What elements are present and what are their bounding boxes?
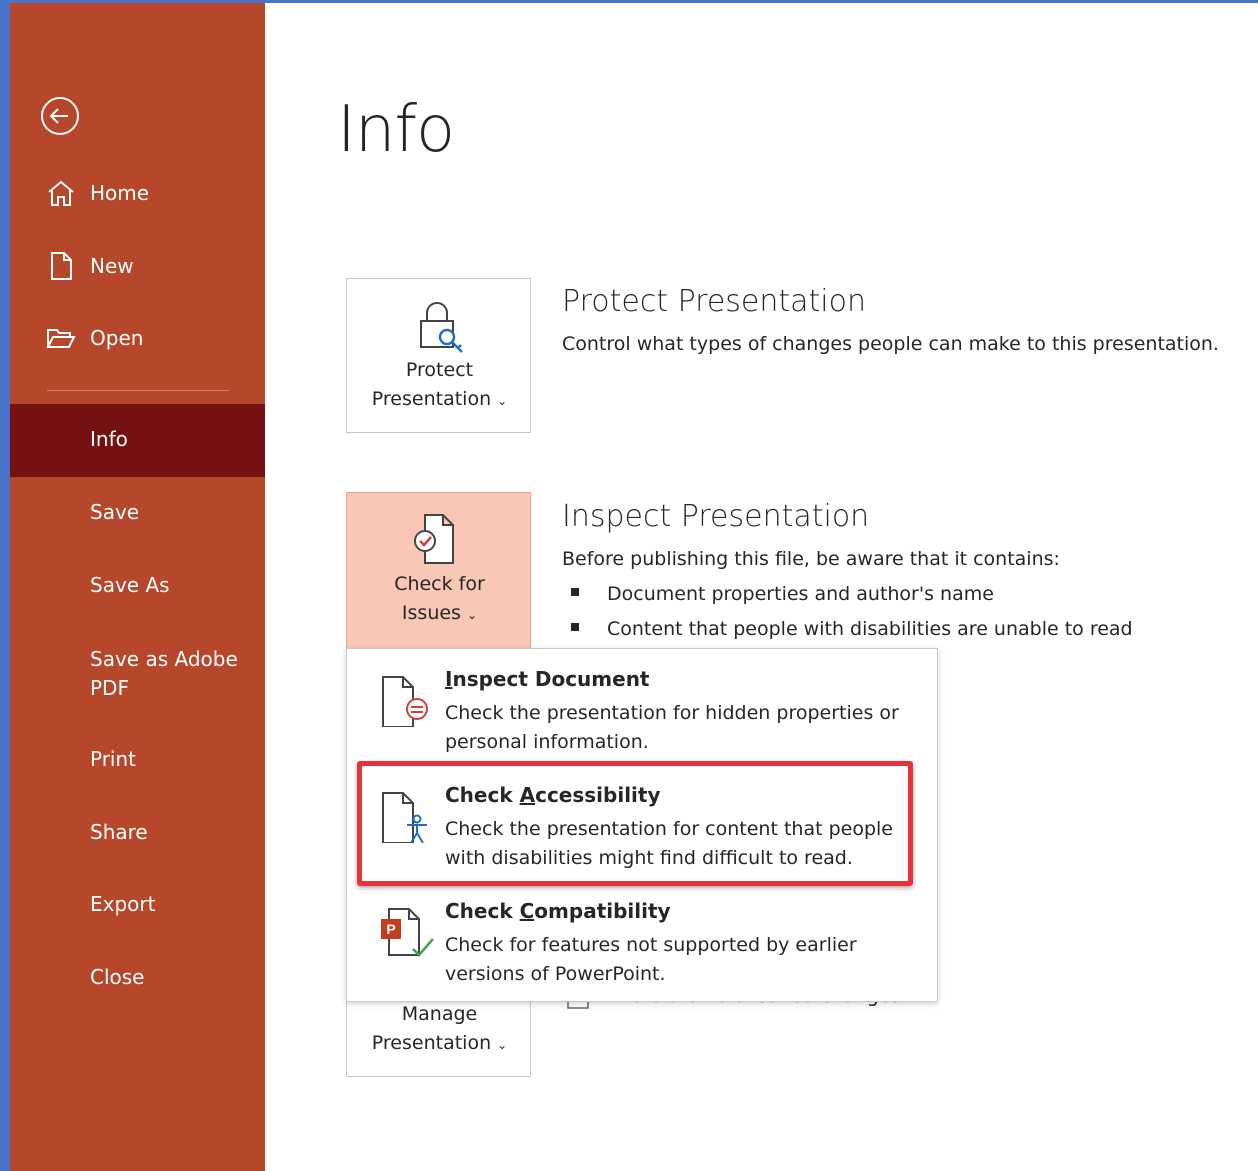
sidebar-item-label: Save as Adobe PDF xyxy=(90,647,238,700)
manage-button-label-line1: Manage xyxy=(401,1003,478,1025)
inspect-document-icon xyxy=(411,513,463,571)
sidebar-item-label: New xyxy=(90,254,134,278)
sidebar-item-home[interactable]: Home xyxy=(10,158,265,231)
open-folder-icon xyxy=(46,323,76,353)
menu-item-description: Check the presentation for hidden proper… xyxy=(445,702,899,753)
bullet-marker xyxy=(571,623,579,631)
sidebar-item-label: Save As xyxy=(90,573,170,597)
inspect-document-menu-item[interactable]: Inspect Document Check the presentation … xyxy=(347,649,937,759)
sidebar-item-label: Share xyxy=(90,820,148,844)
check-for-issues-button[interactable]: Check for Issues ⌄ xyxy=(346,492,531,649)
inspect-bullet-item: Content that people with disabilities ar… xyxy=(607,618,1133,640)
menu-item-title: Inspect Document xyxy=(445,667,650,691)
chevron-down-icon: ⌄ xyxy=(497,394,508,408)
sidebar-item-open[interactable]: Open xyxy=(10,303,265,376)
protect-section-description: Control what types of changes people can… xyxy=(562,333,1219,355)
sidebar-item-print[interactable]: Print xyxy=(10,724,265,797)
protect-button-label-line1: Protect xyxy=(405,359,474,381)
manage-button-label-line2: Presentation ⌄ xyxy=(371,1032,508,1054)
new-document-icon xyxy=(46,251,76,281)
chevron-down-icon: ⌄ xyxy=(467,608,478,622)
check-for-issues-label-line2: Issues ⌄ xyxy=(401,602,478,624)
back-button[interactable] xyxy=(40,96,80,136)
sidebar-item-label: Save xyxy=(90,500,140,524)
sidebar-item-export[interactable]: Export xyxy=(10,869,265,942)
check-compatibility-menu-item[interactable]: P Check Compatibility Check for features… xyxy=(347,881,937,991)
lock-key-icon xyxy=(417,299,467,361)
check-accessibility-highlight xyxy=(357,761,913,886)
sidebar-item-label: Print xyxy=(90,747,137,771)
sidebar-item-label: Info xyxy=(90,427,128,451)
chevron-down-icon: ⌄ xyxy=(497,1038,508,1052)
inspect-section-title: Inspect Presentation xyxy=(562,499,870,534)
sidebar-item-save-as-adobe-pdf[interactable]: Save as Adobe PDF xyxy=(10,643,265,716)
menu-item-title: Check Compatibility xyxy=(445,899,671,923)
sidebar-item-close[interactable]: Close xyxy=(10,942,265,1015)
sidebar-item-label: Export xyxy=(90,892,156,916)
backstage-sidebar: Home New Open Info Save Save As Save as … xyxy=(10,3,265,1171)
powerpoint-compatibility-icon: P xyxy=(379,899,434,959)
sidebar-item-info[interactable]: Info xyxy=(10,404,265,477)
window-left-border xyxy=(0,0,10,1171)
inspect-document-icon xyxy=(379,667,431,728)
sidebar-item-label: Close xyxy=(90,965,145,989)
protect-presentation-button[interactable]: Protect Presentation ⌄ xyxy=(346,278,531,433)
back-arrow-icon xyxy=(41,97,79,135)
check-for-issues-label-line1: Check for xyxy=(394,573,485,595)
protect-section-title: Protect Presentation xyxy=(562,284,867,319)
inspect-section-description: Before publishing this file, be aware th… xyxy=(562,548,1060,570)
sidebar-item-label: Open xyxy=(90,326,144,350)
sidebar-item-share[interactable]: Share xyxy=(10,797,265,870)
menu-item-description: Check for features not supported by earl… xyxy=(445,934,857,985)
sidebar-item-label: Home xyxy=(90,181,150,205)
bullet-marker xyxy=(571,588,579,596)
protect-button-label-line2: Presentation ⌄ xyxy=(371,388,508,410)
sidebar-item-save[interactable]: Save xyxy=(10,477,265,550)
inspect-bullet-item: Document properties and author's name xyxy=(607,583,994,605)
page-title: Info xyxy=(337,93,455,167)
sidebar-item-save-as[interactable]: Save As xyxy=(10,550,265,623)
sidebar-divider xyxy=(47,390,229,391)
sidebar-item-new[interactable]: New xyxy=(10,231,265,304)
home-icon xyxy=(46,178,76,208)
svg-text:P: P xyxy=(386,921,395,937)
